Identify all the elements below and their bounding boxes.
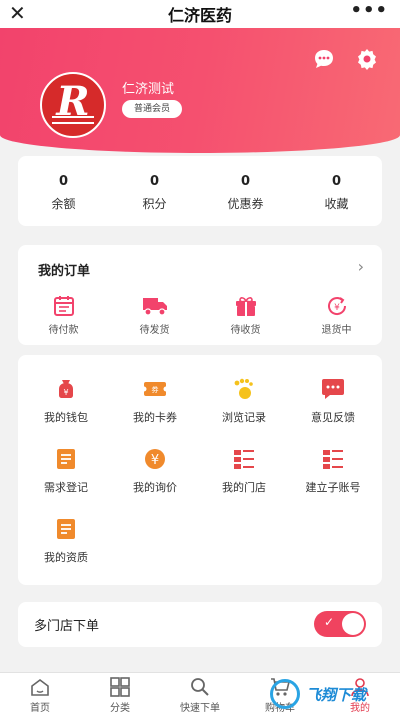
svg-text:¥: ¥ <box>63 388 68 397</box>
message-icon[interactable] <box>311 46 337 72</box>
stat-label: 优惠券 <box>227 197 264 211</box>
coupon-icon: 券 <box>142 382 168 396</box>
service-wallet[interactable]: ¥ 我的钱包 <box>26 377 106 425</box>
document-icon <box>57 449 75 469</box>
stat-label: 收藏 <box>324 197 349 211</box>
service-coupons[interactable]: 券 我的卡券 <box>115 377 195 425</box>
service-label: 我的询价 <box>133 481 177 494</box>
refund-icon: ¥ <box>327 297 346 315</box>
tab-quick-order[interactable]: 快速下单 <box>160 673 240 716</box>
tab-label: 分类 <box>110 703 130 714</box>
order-returning[interactable]: ¥ 退货中 <box>291 295 382 336</box>
orders-title: 我的订单 <box>38 264 91 279</box>
home-icon <box>31 679 49 696</box>
order-label: 待付款 <box>48 325 79 336</box>
more-icon[interactable]: ••• <box>350 0 388 21</box>
top-bar: ✕ 仁济医药 ••• <box>0 0 400 28</box>
stats-card: 0 余额 0 积分 0 优惠券 0 收藏 <box>18 156 382 226</box>
subaccount-icon <box>323 450 343 469</box>
grid-icon <box>110 677 130 697</box>
svg-text:券: 券 <box>152 385 159 394</box>
feedback-icon <box>322 379 344 399</box>
service-label: 我的资质 <box>44 551 88 564</box>
gear-icon[interactable] <box>354 46 380 72</box>
avatar[interactable]: R <box>40 72 106 138</box>
member-badge: 普通会员 <box>122 100 183 118</box>
services-card: ¥ 我的钱包 券 我的卡券 浏览记录 意见反馈 需求登记 ¥ 我的询价 我的门店… <box>18 355 382 585</box>
svg-text:¥: ¥ <box>334 303 340 313</box>
stat-label: 积分 <box>142 197 167 211</box>
orders-row: 待付款 待发货 待收货 ¥ 退货中 <box>18 295 382 336</box>
multi-store-row: 多门店下单 ✓ <box>18 602 382 647</box>
gift-box-icon <box>235 297 256 316</box>
stat-value: 0 <box>240 174 251 189</box>
avatar-stripes <box>52 116 94 124</box>
service-label: 我的钱包 <box>44 411 88 424</box>
multi-store-label: 多门店下单 <box>34 619 100 634</box>
orders-card: 我的订单 › 待付款 待发货 待收货 ¥ 退货中 <box>18 245 382 345</box>
calendar-icon <box>53 296 74 316</box>
certificate-icon <box>57 519 75 539</box>
order-label: 退货中 <box>321 325 352 336</box>
price-icon: ¥ <box>145 449 165 469</box>
stat-value: 0 <box>58 174 69 189</box>
tab-category[interactable]: 分类 <box>80 673 160 716</box>
stat-label: 余额 <box>51 197 76 211</box>
truck-icon <box>142 298 167 316</box>
service-qualification[interactable]: 我的资质 <box>26 517 106 565</box>
service-stores[interactable]: 我的门店 <box>204 447 284 495</box>
watermark-logo: 飞翔下载 <box>270 672 400 716</box>
search-icon <box>191 678 209 696</box>
profile-header: R 仁济测试 普通会员 <box>0 28 400 153</box>
service-label: 需求登记 <box>44 481 88 494</box>
wallet-icon: ¥ <box>59 380 73 398</box>
watermark-icon <box>270 679 300 709</box>
stat-balance[interactable]: 0 余额 <box>18 156 109 226</box>
footprint-icon <box>234 378 253 399</box>
service-history[interactable]: 浏览记录 <box>204 377 284 425</box>
service-request[interactable]: 需求登记 <box>26 447 106 495</box>
service-label: 浏览记录 <box>222 411 266 424</box>
order-label: 待收货 <box>230 325 261 336</box>
service-label: 建立子账号 <box>305 481 361 494</box>
order-pending-receipt[interactable]: 待收货 <box>200 295 291 336</box>
service-feedback[interactable]: 意见反馈 <box>293 377 373 425</box>
check-icon: ✓ <box>324 615 335 629</box>
svg-text:¥: ¥ <box>151 453 159 468</box>
page-title: 仁济医药 <box>167 6 232 25</box>
tab-home[interactable]: 首页 <box>0 673 80 716</box>
username: 仁济测试 <box>122 82 175 97</box>
multi-store-toggle[interactable]: ✓ <box>314 611 366 637</box>
service-inquiry[interactable]: ¥ 我的询价 <box>115 447 195 495</box>
toggle-knob <box>342 613 364 635</box>
order-pending-shipment[interactable]: 待发货 <box>109 295 200 336</box>
order-pending-payment[interactable]: 待付款 <box>18 295 109 336</box>
tab-label: 首页 <box>30 703 50 714</box>
service-label: 我的门店 <box>222 481 266 494</box>
order-label: 待发货 <box>139 325 170 336</box>
tab-label: 快速下单 <box>180 703 220 714</box>
stat-coupons[interactable]: 0 优惠券 <box>200 156 291 226</box>
stat-points[interactable]: 0 积分 <box>109 156 200 226</box>
service-label: 我的卡券 <box>133 411 177 424</box>
watermark-text: 飞翔下载 <box>306 685 367 704</box>
service-subaccount[interactable]: 建立子账号 <box>293 447 373 495</box>
stat-value: 0 <box>149 174 160 189</box>
service-label: 意见反馈 <box>311 411 355 424</box>
stat-value: 0 <box>331 174 342 189</box>
stat-favorites[interactable]: 0 收藏 <box>291 156 382 226</box>
store-list-icon <box>234 450 254 469</box>
close-icon[interactable]: ✕ <box>9 2 26 24</box>
chevron-right-icon[interactable]: › <box>358 257 364 276</box>
